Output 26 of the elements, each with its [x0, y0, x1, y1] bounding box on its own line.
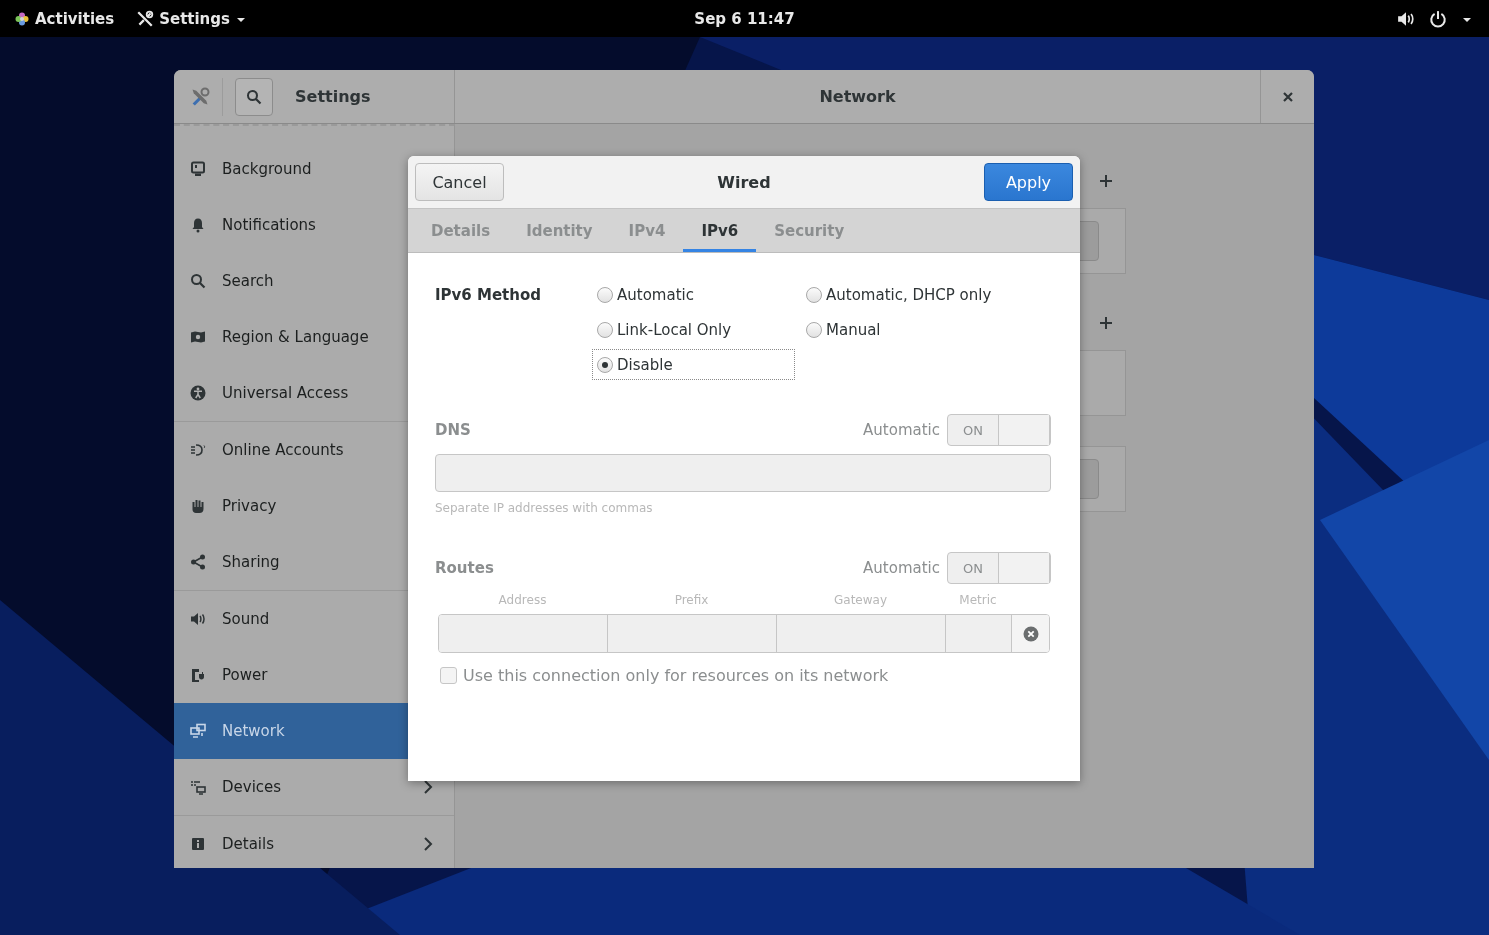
section-label: DNS: [435, 421, 472, 439]
radio-option[interactable]: Disable: [592, 349, 795, 380]
method-label: IPv6 Method: [435, 285, 542, 306]
clock[interactable]: Sep 6 11:47: [694, 9, 795, 28]
section-label: Routes: [435, 559, 495, 577]
tab[interactable]: IPv6: [683, 209, 757, 252]
column-header: Metric: [958, 593, 998, 609]
sidebar-item[interactable]: Details: [174, 816, 454, 868]
window-title: Settings: [295, 87, 371, 106]
radio-option[interactable]: Automatic, DHCP only: [801, 279, 1004, 310]
dialog-title: Wired: [716, 172, 772, 192]
page-title: Network: [818, 87, 897, 106]
app-menu[interactable]: Settings: [159, 9, 230, 28]
activities-button[interactable]: Activities: [35, 9, 115, 28]
radio-option[interactable]: Manual: [801, 314, 1004, 345]
cancel-button[interactable]: Cancel: [415, 163, 504, 201]
automatic-label: Automatic: [863, 421, 940, 439]
radio-option[interactable]: Automatic: [592, 279, 795, 310]
radio-option[interactable]: Link-Local Only: [592, 314, 795, 345]
column-header: Prefix: [673, 593, 710, 609]
automatic-label: Automatic: [863, 559, 940, 577]
apply-button[interactable]: Apply: [984, 163, 1073, 201]
sidebar-item[interactable]: Devices: [174, 759, 454, 815]
column-header: Address: [497, 593, 548, 609]
column-header: Gateway: [833, 593, 888, 609]
hint-text: Separate IP addresses with commas: [435, 501, 654, 515]
